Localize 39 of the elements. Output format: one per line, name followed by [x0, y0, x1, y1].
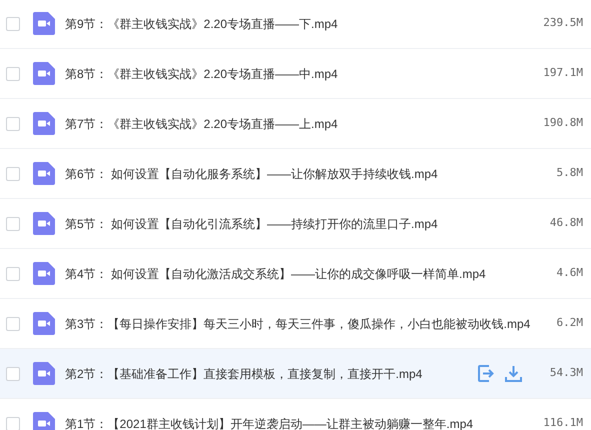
share-icon[interactable] — [478, 365, 495, 382]
file-size: 239.5M — [543, 15, 583, 32]
file-size: 190.8M — [543, 115, 583, 132]
file-size: 54.3M — [550, 365, 583, 382]
checkbox[interactable] — [6, 166, 20, 180]
video-file-icon — [33, 162, 55, 185]
video-file-icon — [33, 62, 55, 85]
file-size: 4.6M — [556, 265, 583, 282]
video-file-icon — [33, 312, 55, 335]
file-name[interactable]: 第8节：《群主收钱实战》2.20专场直播——中.mp4 — [65, 64, 338, 82]
file-name[interactable]: 第5节： 如何设置【自动化引流系统】——持续打开你的流里口子.mp4 — [65, 214, 438, 232]
checkbox[interactable] — [6, 16, 20, 30]
file-size: 6.2M — [556, 315, 583, 332]
video-file-icon — [33, 362, 55, 385]
file-name[interactable]: 第7节：《群主收钱实战》2.20专场直播——上.mp4 — [65, 114, 338, 132]
video-file-icon — [33, 112, 55, 135]
checkbox[interactable] — [6, 316, 20, 330]
file-name[interactable]: 第9节：《群主收钱实战》2.20专场直播——下.mp4 — [65, 14, 338, 32]
checkbox[interactable] — [6, 366, 20, 380]
checkbox[interactable] — [6, 116, 20, 130]
file-size: 116.1M — [543, 415, 583, 430]
file-name[interactable]: 第4节： 如何设置【自动化激活成交系统】——让你的成交像呼吸一样简单.mp4 — [65, 264, 486, 282]
file-name[interactable]: 第2节：【基础准备工作】直接套用模板，直接复制，直接开干.mp4 — [65, 364, 422, 382]
video-file-icon — [33, 412, 55, 430]
checkbox[interactable] — [6, 416, 20, 430]
video-file-icon — [33, 262, 55, 285]
checkbox[interactable] — [6, 266, 20, 280]
checkbox[interactable] — [6, 216, 20, 230]
file-name[interactable]: 第6节： 如何设置【自动化服务系统】——让你解放双手持续收钱.mp4 — [65, 164, 438, 182]
file-name[interactable]: 第1节：【2021群主收钱计划】开年逆袭启动——让群主被动躺赚一整年.mp4 — [65, 414, 474, 430]
video-file-icon — [33, 12, 55, 35]
file-size: 46.8M — [550, 215, 583, 232]
file-name[interactable]: 第3节：【每日操作安排】每天三小时，每天三件事，傻瓜操作，小白也能被动收钱.mp4 — [65, 314, 530, 332]
checkbox[interactable] — [6, 66, 20, 80]
video-file-icon — [33, 212, 55, 235]
file-row[interactable]: 第2节：【基础准备工作】直接套用模板，直接复制，直接开干.mp4 54.3M — [0, 349, 591, 399]
download-icon[interactable] — [504, 365, 522, 382]
file-size: 5.8M — [556, 165, 583, 182]
file-size: 197.1M — [543, 65, 583, 82]
